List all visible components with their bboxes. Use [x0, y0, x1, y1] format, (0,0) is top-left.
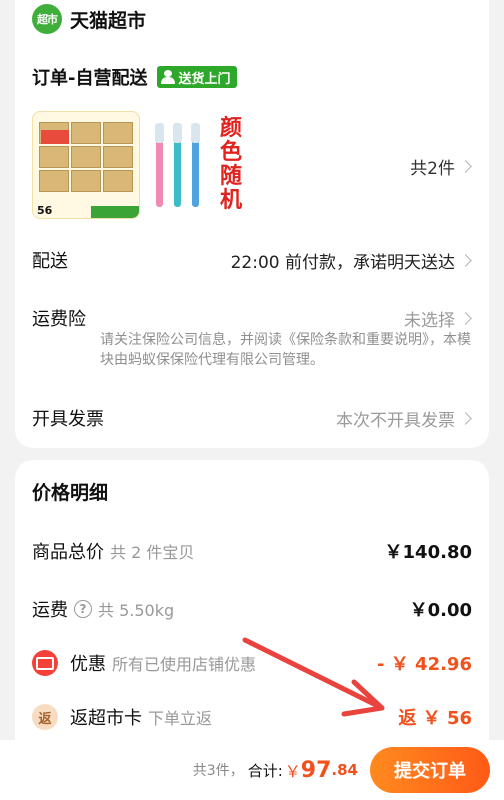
discount-value: - ￥ 42.96 — [377, 654, 472, 675]
goods-total-sub: 共 2 件宝贝 — [110, 543, 195, 562]
card-sub: 下单立返 — [148, 709, 213, 728]
discount-label: 优惠 — [70, 654, 106, 675]
shipping-insurance-row[interactable]: 运费险 未选择 — [32, 305, 472, 331]
order-card: 超市 天猫超市 订单-自营配送 送货上门 56 颜色随机 共2件 配送 22:0… — [15, 0, 489, 448]
product-thumbnail-tissue[interactable]: 56 — [32, 111, 140, 219]
goods-total-value: ￥140.80 — [384, 542, 472, 563]
order-title: 订单-自营配送 — [32, 68, 148, 89]
invoice-value-text: 本次不开具发票 — [336, 410, 455, 431]
delivery-row[interactable]: 配送 22:00 前付款，承诺明天送达 — [32, 247, 472, 273]
shipping-weight: 共 5.50kg — [98, 601, 175, 620]
insurance-label: 运费险 — [32, 309, 86, 330]
shipping-fee-label: 运费 — [32, 600, 68, 621]
random-color-text: 颜色随机 — [219, 116, 242, 213]
total-currency: ￥ — [284, 762, 301, 781]
submit-order-button[interactable]: 提交订单 — [370, 747, 490, 793]
coupon-icon — [32, 650, 58, 676]
delivery-value: 22:00 前付款，承诺明天送达 — [231, 248, 472, 273]
return-icon: 返 — [32, 704, 58, 730]
insurance-note: 请关注保险公司信息，并阅读《保险条款和重要说明》，本模块由蚂蚁保保险代理有限公司… — [100, 332, 471, 368]
invoice-row[interactable]: 开具发票 本次不开具发票 — [32, 405, 472, 431]
store-header[interactable]: 超市 天猫超市 — [32, 4, 146, 34]
card-label: 返超市卡 — [70, 708, 142, 729]
total-label: 合计: — [247, 761, 283, 780]
insurance-value-text: 未选择 — [404, 310, 455, 331]
delivery-badge-label: 送货上门 — [178, 71, 231, 87]
total-amount-decimal: .84 — [331, 761, 358, 779]
item-count: 共2件 — [410, 159, 455, 179]
chevron-right-icon — [459, 411, 472, 425]
order-type-row: 订单-自营配送 送货上门 — [32, 64, 237, 90]
invoice-value: 本次不开具发票 — [336, 406, 472, 431]
checkout-bar: 共3件， 合计: ￥ 97 .84 提交订单 — [0, 740, 504, 800]
goods-total-row: 商品总价 共 2 件宝贝 ￥140.80 — [32, 538, 472, 564]
tmall-supermarket-logo-icon: 超市 — [32, 4, 62, 34]
invoice-label: 开具发票 — [32, 409, 104, 430]
product-price-tag: 56 — [37, 204, 53, 217]
delivery-value-text: 22:00 前付款，承诺明天送达 — [230, 252, 455, 273]
item-count-link[interactable]: 共2件 — [410, 154, 472, 179]
total-item-count: 共3件， — [192, 763, 244, 779]
person-icon — [161, 70, 176, 84]
total-amount-int: 97 — [300, 757, 332, 783]
shipping-fee-value: ￥0.00 — [409, 600, 472, 621]
card-value: 返 ￥ 56 — [398, 708, 472, 729]
store-name: 天猫超市 — [70, 9, 147, 32]
discount-row[interactable]: 优惠 所有已使用店铺优惠 - ￥ 42.96 — [32, 650, 472, 676]
goods-total-label: 商品总价 — [32, 542, 104, 563]
insurance-value: 未选择 — [404, 306, 472, 331]
chevron-right-icon — [459, 311, 472, 325]
price-detail-card: 价格明细 商品总价 共 2 件宝贝 ￥140.80 运费 ? 共 5.50kg … — [15, 460, 489, 760]
shipping-fee-row: 运费 ? 共 5.50kg ￥0.00 — [32, 596, 472, 622]
supermarket-card-row[interactable]: 返 返超市卡 下单立返 返 ￥ 56 — [32, 704, 472, 730]
price-detail-title: 价格明细 — [32, 482, 109, 504]
discount-sub: 所有已使用店铺优惠 — [112, 655, 257, 674]
question-mark-icon[interactable]: ? — [74, 600, 92, 618]
delivery-label: 配送 — [32, 251, 68, 272]
chevron-right-icon — [459, 160, 472, 173]
delivery-badge: 送货上门 — [157, 66, 237, 88]
product-thumbnail-toothbrush[interactable]: 颜色随机 — [152, 111, 260, 219]
chevron-right-icon — [459, 253, 472, 267]
